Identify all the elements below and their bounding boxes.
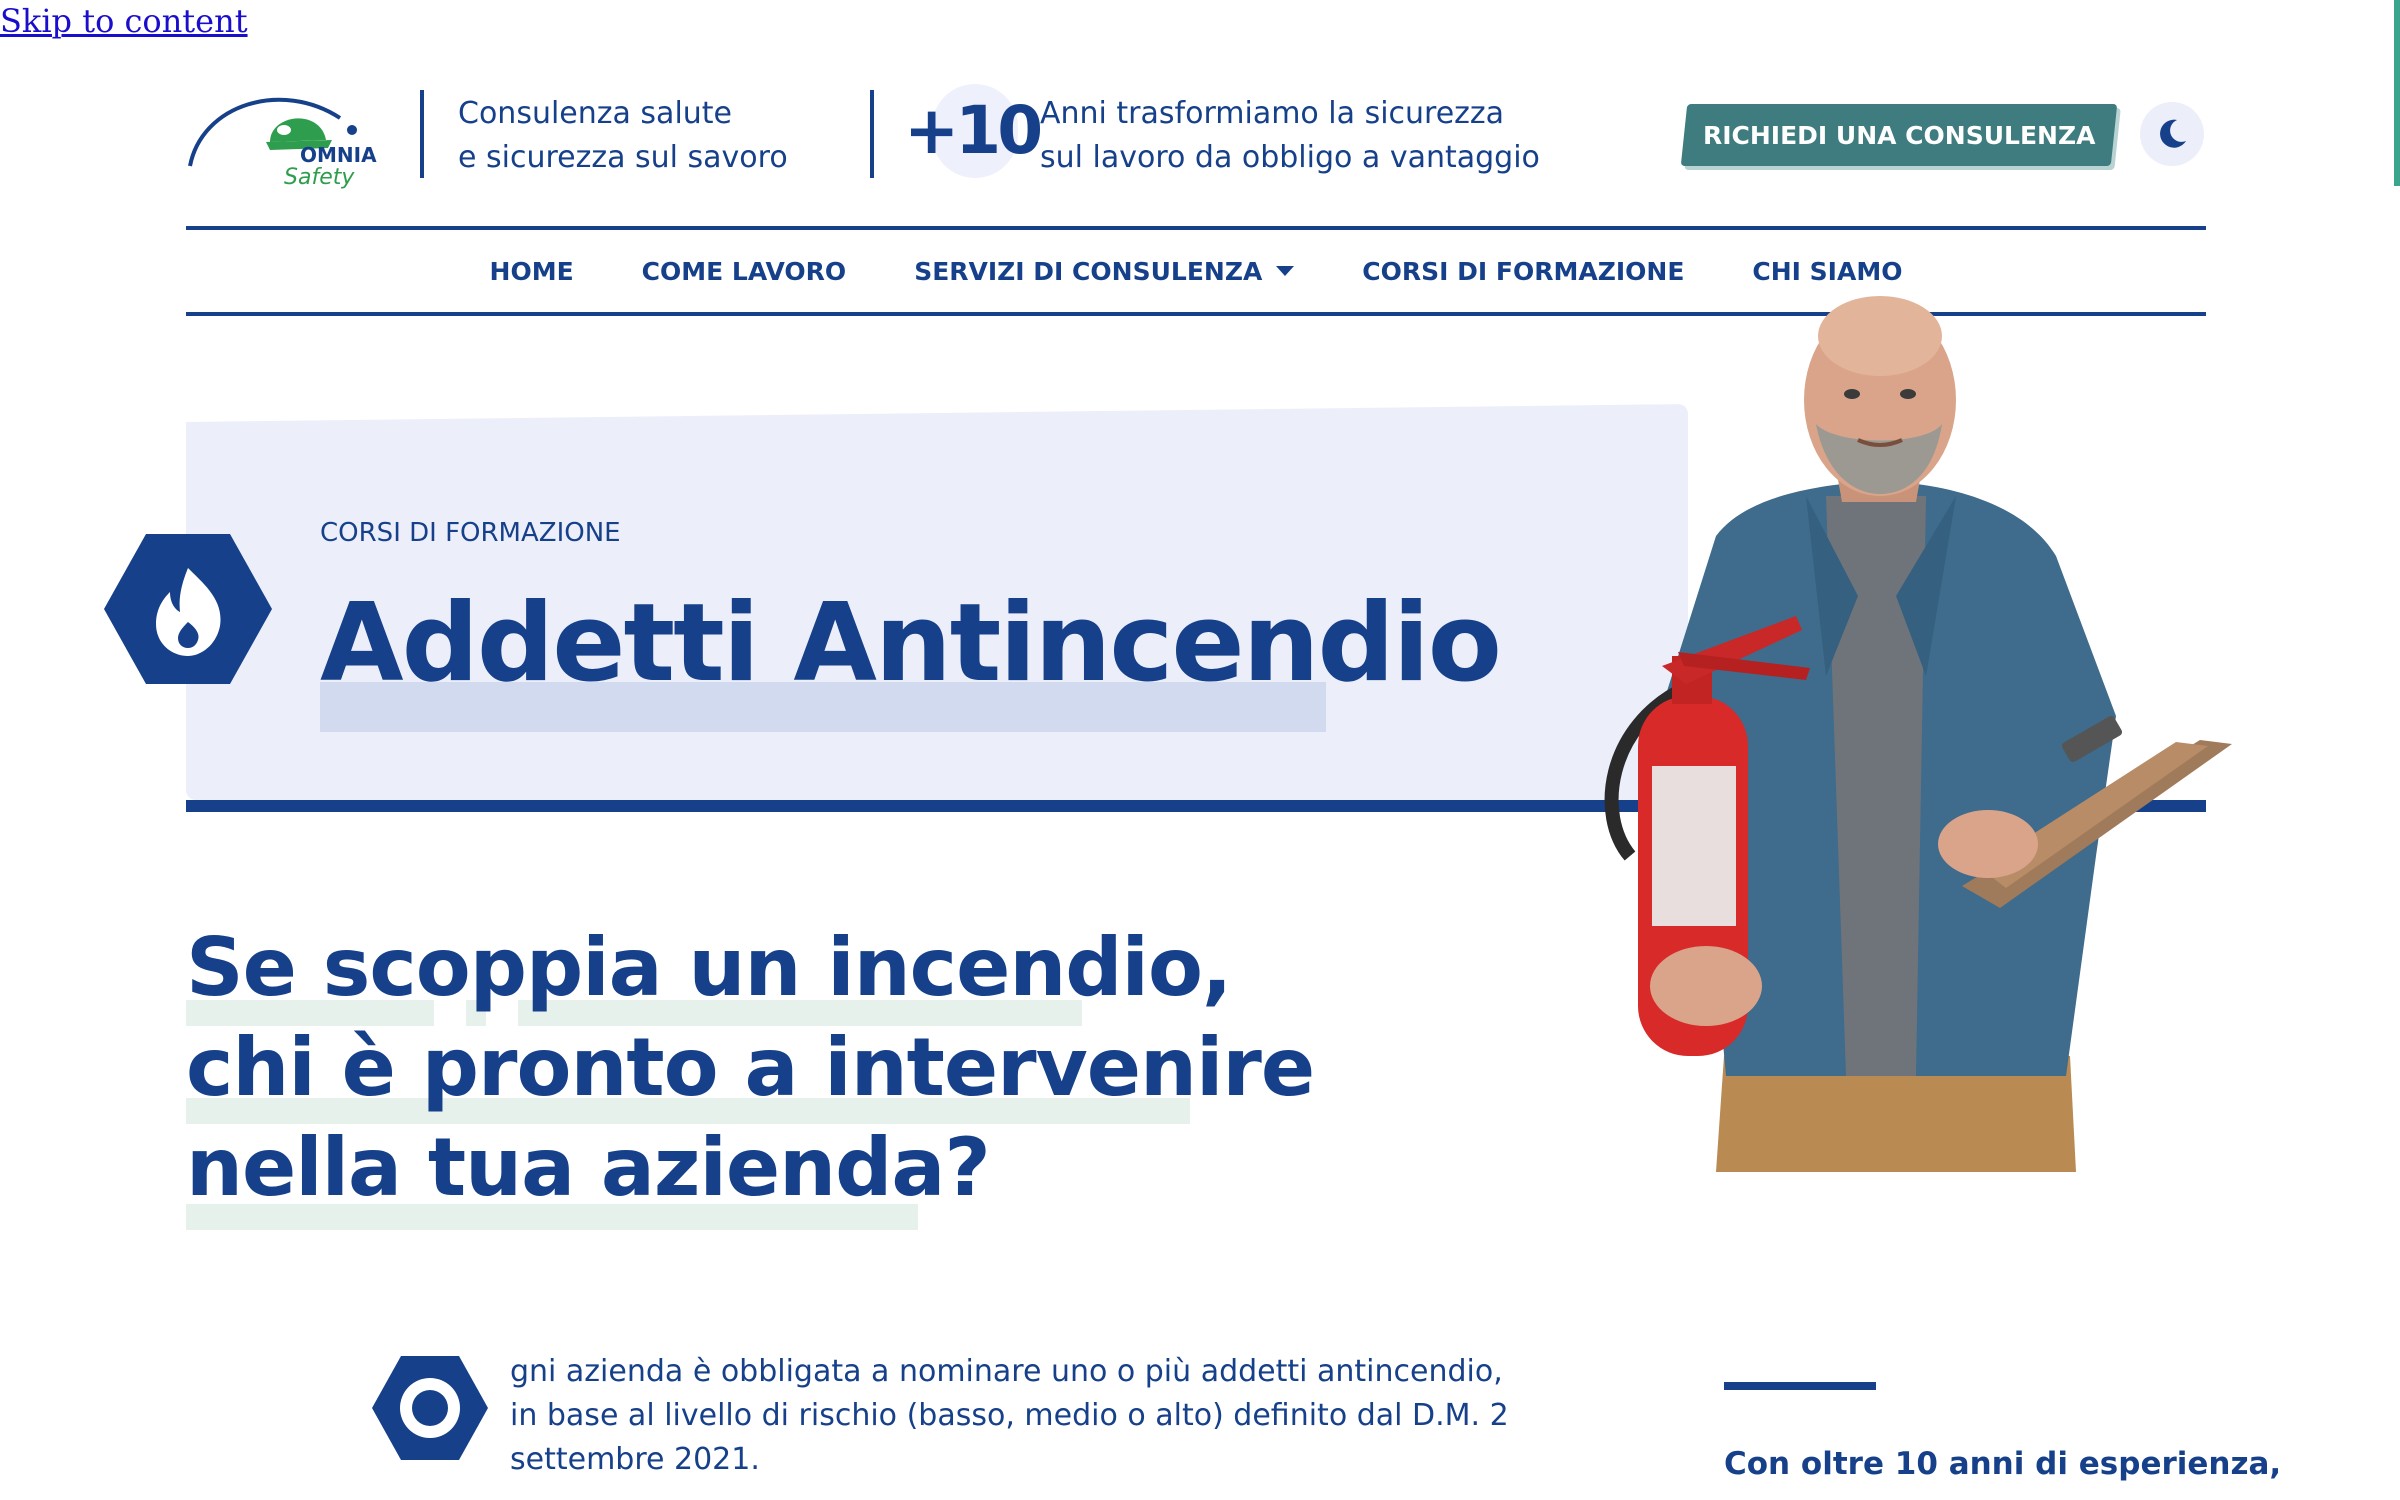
header-divider: [870, 90, 874, 178]
page-title: Addetti Antincendio: [320, 581, 1502, 706]
nav-item-corsi[interactable]: CORSI DI FORMAZIONE: [1362, 257, 1684, 286]
years-description: Anni trasformiamo la sicurezza sul lavor…: [1040, 92, 1540, 180]
years-line-2: sul lavoro da obbligo a vantaggio: [1040, 140, 1540, 175]
years-number: +10: [904, 92, 1043, 169]
header-tagline: Consulenza salute e sicurezza sul savoro: [458, 92, 788, 180]
scroll-indicator: [2394, 0, 2400, 186]
headline-line-1: Se scoppia un incendio,: [186, 921, 1232, 1014]
moon-icon: [2160, 119, 2186, 148]
request-consultation-button[interactable]: RICHIEDI UNA CONSULENZA: [1680, 104, 2118, 166]
nav-item-come-lavoro[interactable]: COME LAVORO: [642, 257, 847, 286]
caret-down-icon: [1276, 266, 1295, 276]
tagline-line-2: e sicurezza sul savoro: [458, 140, 788, 175]
headline-line-2: chi è pronto a intervenire: [186, 1021, 1315, 1114]
tagline-line-1: Consulenza salute: [458, 96, 733, 131]
breadcrumb[interactable]: CORSI DI FORMAZIONE: [320, 518, 621, 548]
logo-subtitle: Safety: [284, 165, 355, 190]
section-headline: Se scoppia un incendio, chi è pronto a i…: [186, 918, 1315, 1218]
drop-cap-o-icon: [372, 1356, 488, 1460]
nav-item-chi-siamo[interactable]: CHI SIAMO: [1752, 257, 1902, 286]
sidebar-rule: [1724, 1382, 1876, 1390]
omnia-safety-logo[interactable]: OMNIA Safety: [186, 74, 390, 196]
intro-paragraph: gni azienda è obbligata a nominare uno o…: [510, 1354, 1509, 1477]
headline-line-3: nella tua azienda?: [186, 1121, 991, 1214]
firefighter-man-image: [1596, 296, 2246, 1172]
cta-label: RICHIEDI UNA CONSULENZA: [1702, 120, 2096, 150]
nav-item-home[interactable]: HOME: [490, 257, 574, 286]
sidebar-text: Con oltre 10 anni di esperienza,: [1724, 1446, 2282, 1482]
header-divider: [420, 90, 424, 178]
nav-item-servizi[interactable]: SERVIZI DI CONSULENZA: [914, 257, 1295, 286]
logo-wordmark: OMNIA: [300, 143, 377, 167]
dark-mode-toggle[interactable]: [2140, 102, 2204, 166]
flame-hexagon-icon: [104, 534, 272, 684]
years-line-1: Anni trasformiamo la sicurezza: [1040, 96, 1505, 131]
skip-to-content-link[interactable]: Skip to content: [0, 2, 248, 40]
